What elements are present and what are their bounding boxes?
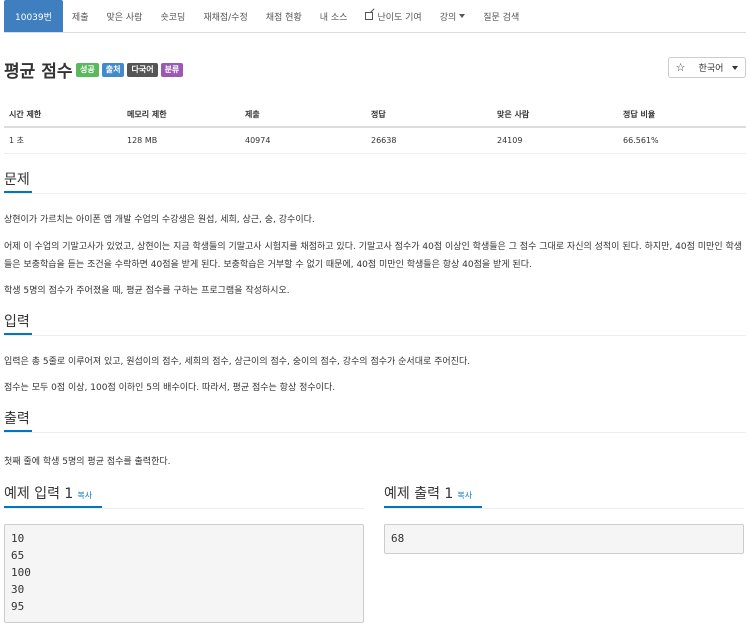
table-cell: 128 MB [122,127,240,154]
table-header: 시간 제한 [4,103,122,128]
table-header: 정답 [366,103,492,128]
star-icon: ☆ [675,61,686,74]
problem-nav-tabs: 10039번 제출 맞은 사람 숏코딩 재채점/수정 채점 현황 내 소스 난이… [4,0,746,33]
tab-judge-status[interactable]: 채점 현황 [257,0,311,32]
language-dropdown[interactable]: 한국어 [692,57,746,78]
description-heading: 문제 [4,170,32,193]
tab-submit[interactable]: 제출 [63,0,98,32]
problem-title-row: 평균 점수 성공 출처 다국어 분류 ☆ 한국어 [4,57,746,82]
divider [384,508,744,509]
divider [4,508,364,509]
input-paragraph: 점수는 모두 0점 이상, 100점 이하인 5의 배수이다. 따라서, 평균 … [4,383,336,393]
tab-lectures-dropdown[interactable]: 강의 [431,0,475,32]
problem-labels: 성공 출처 다국어 분류 [76,63,184,77]
tab-short-coding[interactable]: 숏코딩 [151,0,194,32]
language-label: 한국어 [698,64,724,74]
input-paragraph: 입력은 총 5줄로 이루어져 있고, 원섭이의 점수, 세희의 점수, 상근이의… [4,357,471,367]
external-link-icon [365,12,374,20]
chevron-down-icon [459,14,466,18]
table-cell: 66.561% [618,127,746,154]
description-section-header: 문제 [4,170,746,194]
label-success[interactable]: 성공 [76,63,99,77]
copy-sample-output-link[interactable]: 복사 [457,491,472,500]
sample-output-box: 68 [384,524,744,554]
output-section-header: 출력 [4,409,746,433]
chevron-down-icon [732,65,739,70]
sample-input-header: 예제 입력 1 복사 [4,484,103,508]
table-cell: 24109 [492,127,618,154]
table-header: 맞은 사람 [492,103,618,128]
star-button[interactable]: ☆ [668,57,693,78]
tab-problem-number[interactable]: 10039번 [4,0,63,32]
output-paragraph: 첫째 줄에 학생 5명의 평균 점수를 출력한다. [4,457,171,467]
description-paragraph: 학생 5명의 점수가 주어졌을 때, 평균 점수를 구하는 프로그램을 작성하시… [4,286,290,296]
input-heading: 입력 [4,312,32,335]
sample-output-heading: 예제 출력 1 복사 [384,484,483,508]
description-paragraph: 어제 이 수업의 기말고사가 있었고, 상현이는 지금 학생들의 기말고사 시험… [4,242,743,270]
description-paragraph: 상현이가 가르치는 아이폰 앱 개발 수업의 수강생은 원섭, 세희, 상근, … [4,215,315,225]
sample-output-header: 예제 출력 1 복사 [384,484,483,508]
tab-accepted-users[interactable]: 맞은 사람 [97,0,151,32]
table-header-row: 시간 제한 메모리 제한 제출 정답 맞은 사람 정답 비율 [4,103,746,128]
sample-input-heading: 예제 입력 1 복사 [4,484,103,508]
copy-sample-input-link[interactable]: 복사 [77,491,92,500]
table-cell: 26638 [366,127,492,154]
input-section-header: 입력 [4,312,746,336]
label-category[interactable]: 분류 [160,63,184,77]
table-header: 제출 [240,103,366,128]
tab-difficulty-label: 난이도 기여 [377,12,422,23]
problem-info-table: 시간 제한 메모리 제한 제출 정답 맞은 사람 정답 비율 1 초 128 M… [4,103,746,154]
table-header: 메모리 제한 [122,103,240,128]
label-source[interactable]: 출처 [101,63,125,77]
sample-output-title: 예제 출력 1 [384,486,454,502]
tab-difficulty-contribution[interactable]: 난이도 기여 [356,0,430,32]
sample-input-box: 10 65 100 30 95 [4,524,364,623]
tab-rejudge-edit[interactable]: 재채점/수정 [194,0,256,32]
table-header: 정답 비율 [618,103,746,128]
table-cell: 40974 [240,127,366,154]
page-title: 평균 점수 [4,62,73,82]
table-cell: 1 초 [4,127,122,154]
tab-my-source[interactable]: 내 소스 [311,0,357,32]
output-heading: 출력 [4,409,32,432]
tab-question-search[interactable]: 질문 검색 [474,0,528,32]
table-row: 1 초 128 MB 40974 26638 24109 66.561% [4,127,746,154]
label-multilingual[interactable]: 다국어 [127,63,158,77]
sample-input-title: 예제 입력 1 [4,486,74,502]
tab-lectures-label: 강의 [439,12,457,23]
